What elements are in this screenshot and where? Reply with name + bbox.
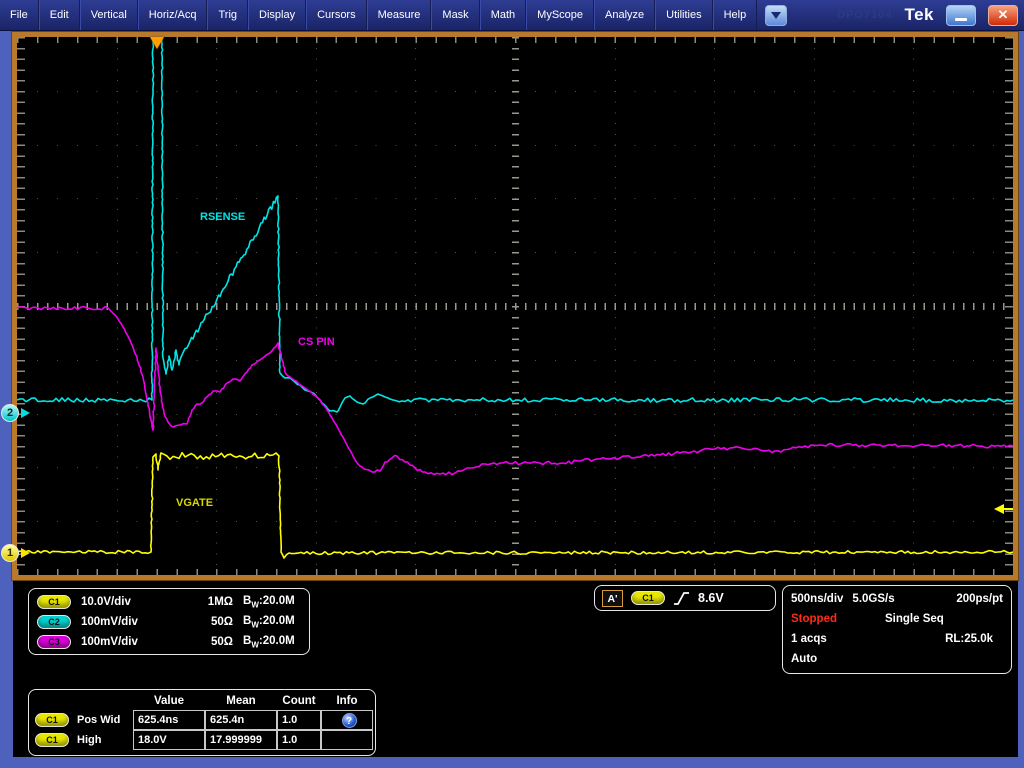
channel1-arrow-icon: [21, 548, 30, 558]
menu-analyze[interactable]: Analyze: [594, 0, 655, 30]
trigger-position-marker[interactable]: [150, 37, 164, 49]
channel3-badge: C3: [37, 635, 71, 649]
close-button[interactable]: ✕: [988, 5, 1018, 26]
readout-area: C1 10.0V/div 1MΩ BW:20.0M C2 100mV/div 5…: [13, 581, 1018, 757]
channel1-badge: C1: [37, 595, 71, 609]
meas-row1-value: 625.4ns: [133, 710, 205, 730]
meas-row1-label: C1 Pos Wid: [35, 710, 133, 730]
waveform-traces: [17, 37, 1013, 575]
channel2-arrow-icon: [21, 408, 30, 418]
timebase-value: 500ns/div: [791, 593, 843, 605]
trigger-level-tail: [1003, 508, 1013, 510]
trace-label-vgate: VGATE: [176, 497, 213, 509]
menu-math[interactable]: Math: [480, 0, 526, 30]
acquisition-mode: Single Seq: [885, 613, 944, 625]
minimize-icon: [955, 18, 967, 21]
trigger-mode: Auto: [791, 653, 817, 665]
graticule-frame: RSENSE CS PIN VGATE: [12, 32, 1018, 580]
channel1-bandwidth: BW:20.0M: [243, 595, 295, 609]
channel3-readout[interactable]: C3 100mV/div 50Ω BW:20.0M: [37, 632, 301, 652]
meas-row2-count: 1.0: [277, 730, 321, 750]
tek-logo: Tek: [904, 5, 934, 25]
channel2-readout[interactable]: C2 100mV/div 50Ω BW:20.0M: [37, 612, 301, 632]
meas-row1-mean: 625.4n: [205, 710, 277, 730]
oscilloscope-screen: File Edit Vertical Horiz/Acq Trig Displa…: [0, 0, 1024, 768]
trace-label-cs-pin: CS PIN: [298, 336, 335, 348]
meas-row2-info: [321, 730, 373, 750]
channel2-impedance: 50Ω: [185, 616, 233, 628]
channel1-readout[interactable]: C1 10.0V/div 1MΩ BW:20.0M: [37, 592, 301, 612]
meas-row1-badge: C1: [35, 713, 69, 727]
menu-file[interactable]: File: [0, 0, 39, 30]
menu-overflow-button[interactable]: [765, 5, 787, 26]
menu-horiz-acq[interactable]: Horiz/Acq: [138, 0, 208, 30]
sample-rate-value: 5.0GS/s: [852, 593, 894, 605]
menu-utilities[interactable]: Utilities: [655, 0, 712, 30]
menu-measure[interactable]: Measure: [367, 0, 432, 30]
trigger-aux-badge: A': [602, 590, 623, 607]
meas-row2-label: C1 High: [35, 730, 133, 750]
waveform-c2-rsense: [17, 38, 1013, 412]
timing-readout-box[interactable]: 500ns/div 5.0GS/s 200ps/pt Stopped Singl…: [782, 585, 1012, 674]
trigger-readout-box[interactable]: A' C1 8.6V: [594, 585, 776, 611]
channel2-bandwidth: BW:20.0M: [243, 615, 295, 629]
channel-readout-box[interactable]: C1 10.0V/div 1MΩ BW:20.0M C2 100mV/div 5…: [28, 588, 310, 655]
waveform-c1-vgate: [17, 453, 1013, 558]
menu-bar: File Edit Vertical Horiz/Acq Trig Displa…: [0, 0, 1024, 31]
menu-myscope[interactable]: MyScope: [526, 0, 594, 30]
channel3-impedance: 50Ω: [185, 636, 233, 648]
meas-header-value: Value: [133, 692, 205, 710]
channel1-ground-marker[interactable]: 1: [1, 544, 19, 562]
acquisition-state: Stopped: [791, 613, 837, 625]
meas-row1-count: 1.0: [277, 710, 321, 730]
meas-row1-info[interactable]: ?: [321, 710, 373, 730]
trace-label-rsense: RSENSE: [200, 211, 245, 223]
channel1-impedance: 1MΩ: [185, 596, 233, 608]
menu-help[interactable]: Help: [713, 0, 758, 30]
waveform-display[interactable]: RSENSE CS PIN VGATE: [17, 37, 1013, 575]
meas-header-count: Count: [277, 692, 321, 710]
trigger-level-value: 8.6V: [698, 591, 724, 605]
acquisition-count: 1 acqs: [791, 633, 827, 645]
trigger-source-badge: C1: [631, 591, 665, 605]
minimize-button[interactable]: [946, 5, 976, 26]
meas-row1-name: Pos Wid: [77, 714, 120, 726]
menu-trig[interactable]: Trig: [207, 0, 248, 30]
meas-row2-mean: 17.999999: [205, 730, 277, 750]
waveform-c3-cspin: [17, 307, 1013, 475]
record-length: RL:25.0k: [945, 633, 993, 645]
channel2-ground-marker[interactable]: 2: [1, 404, 19, 422]
channel1-scale: 10.0V/div: [81, 596, 185, 608]
channel2-badge: C2: [37, 615, 71, 629]
menu-cursors[interactable]: Cursors: [306, 0, 367, 30]
meas-row2-value: 18.0V: [133, 730, 205, 750]
resolution-value: 200ps/pt: [956, 593, 1003, 605]
menu-display[interactable]: Display: [248, 0, 306, 30]
channel3-bandwidth: BW:20.0M: [243, 635, 295, 649]
menu-vertical[interactable]: Vertical: [80, 0, 138, 30]
meas-header-info: Info: [321, 692, 373, 710]
menu-edit[interactable]: Edit: [39, 0, 80, 30]
rising-edge-icon: [673, 590, 690, 607]
chevron-down-icon: [771, 12, 781, 19]
meas-header-mean: Mean: [205, 692, 277, 710]
channel3-scale: 100mV/div: [81, 636, 185, 648]
measurement-table[interactable]: Value Mean Count Info C1 Pos Wid 625.4ns…: [28, 689, 376, 756]
meas-row2-name: High: [77, 734, 101, 746]
meas-row2-badge: C1: [35, 733, 69, 747]
model-label: DPO7104: [837, 9, 892, 21]
menu-mask[interactable]: Mask: [431, 0, 479, 30]
channel2-scale: 100mV/div: [81, 616, 185, 628]
info-icon[interactable]: ?: [342, 713, 357, 728]
